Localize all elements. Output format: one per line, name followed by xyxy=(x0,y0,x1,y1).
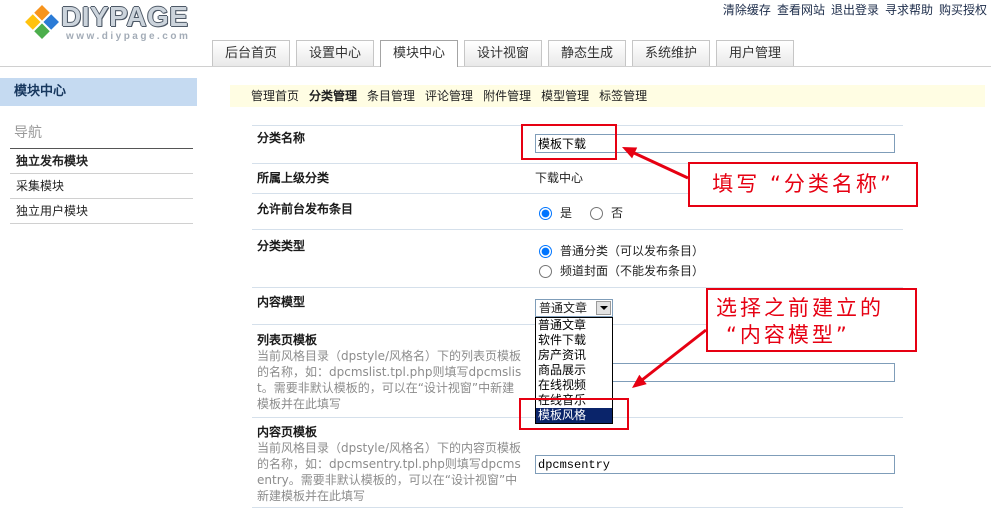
sidebar-nav-heading: 导航 xyxy=(14,125,42,141)
annotation-callout-content-model: 选择之前建立的 “内容模型” xyxy=(706,288,917,352)
content-model-option[interactable]: 软件下载 xyxy=(536,333,612,348)
allow-frontend-post-radios: 是 否 xyxy=(539,207,641,220)
sidebar-item-standalone-user[interactable]: 独立用户模块 xyxy=(10,199,193,224)
logo-text: DIYPAGE xyxy=(61,1,189,32)
allow-post-no-label: 否 xyxy=(611,206,624,220)
list-template-label: 列表页模板 xyxy=(257,333,318,347)
category-type-channel-label: 频道封面（不能发布条目） xyxy=(560,264,705,278)
top-link-view-site[interactable]: 查看网站 xyxy=(777,3,825,18)
category-name-label: 分类名称 xyxy=(257,131,306,145)
logo-diamond-icon xyxy=(25,5,59,39)
allow-frontend-post-label: 允许前台发布条目 xyxy=(257,202,354,216)
top-link-help[interactable]: 寻求帮助 xyxy=(885,3,933,18)
annotation-highlight-box-category-name xyxy=(521,124,617,160)
top-link-clear-cache[interactable]: 清除缓存 xyxy=(723,3,771,18)
list-template-description: 当前风格目录（dpstyle/风格名）下的列表页模板的名称，如：dpcmslis… xyxy=(257,349,522,411)
sidebar-item-collect[interactable]: 采集模块 xyxy=(10,174,193,199)
chevron-down-icon[interactable] xyxy=(596,301,611,315)
subnav-comment-manage[interactable]: 评论管理 xyxy=(425,85,473,107)
content-model-option[interactable]: 普通文章 xyxy=(536,318,612,333)
top-link-logout[interactable]: 退出登录 xyxy=(831,3,879,18)
main-tabs: 后台首页 设置中心 模块中心 设计视窗 静态生成 系统维护 用户管理 xyxy=(212,40,794,67)
callout-line: “内容模型” xyxy=(726,323,850,347)
tab-static-generate[interactable]: 静态生成 xyxy=(548,40,626,66)
top-link-buy-license[interactable]: 购买授权 xyxy=(939,3,987,18)
parent-category-value: 下载中心 xyxy=(535,171,584,185)
category-type-label: 分类类型 xyxy=(257,239,306,253)
category-type-normal-row: 普通分类（可以发布条目） xyxy=(539,245,722,258)
top-links: 清除缓存 查看网站 退出登录 寻求帮助 购买授权 xyxy=(723,3,987,18)
tab-home[interactable]: 后台首页 xyxy=(212,40,290,66)
content-model-cell: 普通文章 xyxy=(535,299,613,317)
logo-url-text: www.diypage.com xyxy=(66,31,191,42)
entry-template-label: 内容页模板 xyxy=(257,425,318,439)
content-model-option[interactable]: 在线视频 xyxy=(536,378,612,393)
sub-navigation: 管理首页 分类管理 条目管理 评论管理 附件管理 模型管理 标签管理 xyxy=(230,85,985,107)
allow-post-no-option[interactable]: 否 xyxy=(590,207,623,220)
subnav-manage-home[interactable]: 管理首页 xyxy=(251,85,299,107)
allow-post-no-radio[interactable] xyxy=(590,207,604,220)
subnav-category-manage[interactable]: 分类管理 xyxy=(309,85,357,107)
category-type-channel-row: 频道封面（不能发布条目） xyxy=(539,265,722,278)
entry-template-cell xyxy=(535,455,895,474)
category-type-normal-option[interactable]: 普通分类（可以发布条目） xyxy=(539,245,704,258)
parent-category-label: 所属上级分类 xyxy=(257,171,330,185)
entry-template-input[interactable] xyxy=(535,455,895,474)
category-type-normal-radio[interactable] xyxy=(539,245,552,258)
logo[interactable]: DIYPAGE www.diypage.com xyxy=(0,0,200,44)
category-type-channel-option[interactable]: 频道封面（不能发布条目） xyxy=(539,265,704,278)
tab-modules[interactable]: 模块中心 xyxy=(380,40,458,67)
subnav-tag-manage[interactable]: 标签管理 xyxy=(599,85,647,107)
category-type-channel-radio[interactable] xyxy=(539,265,552,278)
subnav-entry-manage[interactable]: 条目管理 xyxy=(367,85,415,107)
sidebar-nav: 独立发布模块 采集模块 独立用户模块 xyxy=(10,148,193,224)
tab-settings[interactable]: 设置中心 xyxy=(296,40,374,66)
subnav-model-manage[interactable]: 模型管理 xyxy=(541,85,589,107)
sidebar-item-standalone-publish[interactable]: 独立发布模块 xyxy=(10,149,193,174)
allow-post-yes-radio[interactable] xyxy=(539,207,552,220)
subnav-attachment-manage[interactable]: 附件管理 xyxy=(483,85,531,107)
allow-post-yes-option[interactable]: 是 xyxy=(539,207,572,220)
content-model-select[interactable]: 普通文章 xyxy=(535,299,613,317)
callout-line: 选择之前建立的 xyxy=(716,296,884,320)
content-model-selected-value: 普通文章 xyxy=(539,301,588,315)
content-model-option[interactable]: 房产资讯 xyxy=(536,348,612,363)
annotation-highlight-box-template-style xyxy=(519,398,629,430)
annotation-callout-category-name: 填写 “分类名称” xyxy=(688,162,918,207)
allow-post-yes-label: 是 xyxy=(560,206,573,220)
form-row-entry-template: 内容页模板 当前风格目录（dpstyle/风格名）下的内容页模板的名称，如：dp… xyxy=(252,418,903,508)
tab-users[interactable]: 用户管理 xyxy=(716,40,794,66)
category-type-normal-label: 普通分类（可以发布条目） xyxy=(560,244,705,258)
form-row-category-type: 分类类型 普通分类（可以发布条目） 频道封面（不能发布条目） xyxy=(252,230,903,288)
content-model-option[interactable]: 商品展示 xyxy=(536,363,612,378)
content-model-label: 内容模型 xyxy=(257,295,306,309)
entry-template-description: 当前风格目录（dpstyle/风格名）下的内容页模板的名称，如：dpcmsent… xyxy=(257,441,522,503)
admin-page: DIYPAGE www.diypage.com 清除缓存 查看网站 退出登录 寻… xyxy=(0,0,991,514)
sidebar-title: 模块中心 xyxy=(0,78,197,106)
tab-design[interactable]: 设计视窗 xyxy=(464,40,542,66)
tab-maintenance[interactable]: 系统维护 xyxy=(632,40,710,66)
